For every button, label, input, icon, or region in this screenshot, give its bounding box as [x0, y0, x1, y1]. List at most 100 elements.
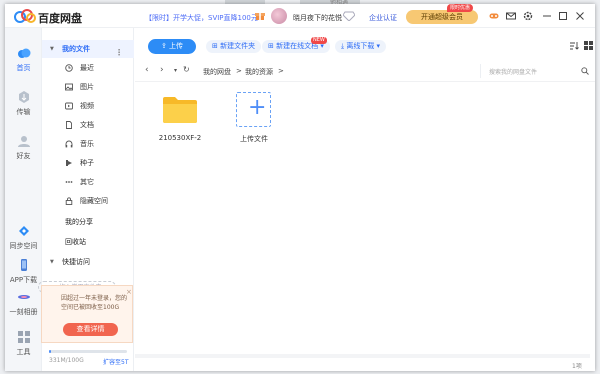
- new-badge: NEW: [311, 37, 327, 44]
- sidebar-item-label: 其它: [80, 178, 94, 186]
- forward-arrow-icon[interactable]: ›: [160, 65, 164, 75]
- breadcrumb-root[interactable]: 我的网盘: [203, 67, 231, 77]
- offline-download-label: 离线下载: [346, 42, 375, 50]
- back-arrow-icon[interactable]: ‹: [145, 65, 149, 75]
- sidebar-item-images[interactable]: 图片: [42, 78, 134, 96]
- item-count: 1项: [572, 363, 582, 370]
- maximize-icon[interactable]: [558, 11, 568, 21]
- nav-label: 一刻相册: [9, 308, 38, 316]
- friends-icon: [17, 136, 30, 147]
- search-input[interactable]: 搜索我的网盘文件: [480, 64, 592, 78]
- music-icon: [65, 140, 73, 148]
- avatar[interactable]: [271, 8, 287, 24]
- upload-dropzone[interactable]: +: [236, 92, 271, 127]
- sidebar-quick-access[interactable]: ▼ 快捷访问: [42, 253, 134, 271]
- baidu-netdisk-logo-icon: [14, 9, 36, 23]
- app-title: 百度网盘: [38, 12, 82, 25]
- sidebar-recycle-bin[interactable]: 回收站: [42, 233, 134, 251]
- search-placeholder: 搜索我的网盘文件: [489, 69, 538, 76]
- breadcrumb-current[interactable]: 我的资源: [245, 67, 273, 77]
- minimize-icon[interactable]: [542, 11, 552, 21]
- status-bar: 1项: [135, 352, 595, 370]
- sidebar-item-videos[interactable]: 视频: [42, 97, 134, 115]
- horizontal-scrollbar[interactable]: [135, 354, 590, 358]
- storage-usage: 331M/100G: [49, 357, 84, 364]
- sidebar-item-torrents[interactable]: 种子: [42, 154, 134, 172]
- nav-home[interactable]: 首页: [5, 46, 42, 73]
- breadcrumb-separator: >: [236, 67, 242, 75]
- close-icon[interactable]: [575, 11, 585, 21]
- nav-friends[interactable]: 好友: [5, 134, 42, 161]
- sidebar-item-label: 回收站: [65, 238, 86, 246]
- sidebar-my-files[interactable]: ▼ 我的文件 ⋮: [42, 40, 134, 58]
- mail-icon[interactable]: [506, 11, 516, 21]
- sidebar-item-music[interactable]: 音乐: [42, 135, 134, 153]
- tools-icon: [17, 331, 30, 343]
- image-icon: [65, 83, 73, 91]
- album-icon: [17, 295, 30, 299]
- username[interactable]: 晓月夜下的花悦: [293, 13, 342, 23]
- upgrade-vip-button[interactable]: 开通超级会员: [406, 10, 478, 24]
- sidebar-item-label: 我的分享: [65, 218, 93, 226]
- upload-file-label: 上传文件: [240, 135, 268, 143]
- nav-label: 传输: [16, 108, 31, 116]
- expand-storage-link[interactable]: 扩容至5T: [103, 357, 128, 366]
- nav-label: APP下载: [9, 276, 38, 284]
- promo-link[interactable]: 【限时】开学大促，SVIP直降100元: [145, 13, 258, 23]
- sync-icon: [18, 226, 29, 236]
- settings-icon[interactable]: [523, 11, 533, 21]
- offline-download-button[interactable]: ⤓ 离线下载 ▾: [335, 40, 387, 53]
- transfer-icon: [18, 91, 29, 103]
- sidebar-item-label: 视频: [80, 102, 94, 110]
- folder-plus-icon: ⊞: [212, 42, 221, 50]
- breadcrumb-separator: >: [278, 67, 284, 75]
- nav-sync-space[interactable]: 同步空间: [5, 224, 42, 251]
- sidebar-item-documents[interactable]: 文档: [42, 116, 134, 134]
- video-icon: [65, 102, 73, 110]
- document-plus-icon: ⊞: [268, 42, 277, 50]
- new-folder-button[interactable]: ⊞ 新建文件夹: [206, 40, 262, 53]
- sidebar-my-share[interactable]: 我的分享: [42, 213, 134, 231]
- chevron-down-icon: ▾: [374, 42, 381, 50]
- sidebar-item-label: 种子: [80, 159, 94, 167]
- left-navigation: 首页 传输 好友 同步空间 APP下载 一刻相册 工具: [5, 28, 42, 371]
- chevron-down-icon: ▼: [50, 46, 54, 52]
- home-icon: [17, 48, 30, 58]
- vip-diamond-icon[interactable]: [343, 11, 355, 21]
- refresh-icon[interactable]: ↻: [183, 65, 190, 74]
- main-content: ⇪ 上传 ⊞ 新建文件夹 ⊞ 新建在线文档 ▾ NEW ⤓ 离线下载 ▾ ‹ ›…: [135, 28, 595, 371]
- sidebar-item-others[interactable]: 其它: [42, 173, 134, 191]
- grid-view-icon[interactable]: [584, 41, 593, 50]
- nav-album[interactable]: 一刻相册: [5, 290, 42, 317]
- upgrade-badge: 限时优惠: [447, 4, 474, 12]
- upload-button[interactable]: ⇪ 上传: [148, 39, 196, 54]
- nav-tools[interactable]: 工具: [5, 330, 42, 357]
- gift-icon[interactable]: [255, 11, 265, 21]
- history-dropdown-icon[interactable]: ▾: [174, 67, 177, 74]
- storage-bar: [49, 350, 127, 353]
- sidebar-item-label: 隐藏空间: [80, 197, 108, 205]
- sidebar-item-label: 音乐: [80, 140, 94, 148]
- sidebar-item-label: 图片: [80, 83, 94, 91]
- sidebar-item-label: 我的文件: [62, 45, 90, 53]
- nav-app-download[interactable]: APP下载: [5, 258, 42, 285]
- nav-label: 首页: [16, 64, 31, 72]
- sort-icon[interactable]: [570, 42, 579, 50]
- view-details-button[interactable]: 查看详情: [63, 323, 118, 336]
- clock-icon: [65, 64, 73, 72]
- sidebar-item-hidden-space[interactable]: 隐藏空间: [42, 192, 134, 210]
- enterprise-auth-link[interactable]: 企业认证: [369, 13, 397, 23]
- nav-transfer[interactable]: 传输: [5, 90, 42, 117]
- nav-label: 好友: [16, 152, 31, 160]
- storage-indicator: 331M/100G 扩容至5T: [49, 350, 134, 368]
- document-icon: [66, 121, 72, 129]
- plus-icon: +: [248, 95, 267, 120]
- sidebar-item-label: 最近: [80, 64, 94, 72]
- search-icon[interactable]: [581, 67, 589, 75]
- game-icon[interactable]: [489, 11, 499, 21]
- folder-icon: [163, 97, 197, 123]
- upload-icon: ⇪: [160, 42, 170, 50]
- chevron-down-icon: ▼: [50, 259, 54, 265]
- sidebar-item-recent[interactable]: 最近: [42, 59, 134, 77]
- baidu-netdisk-window: 百度网盘 【限时】开学大促，SVIP直降100元 晓月夜下的花悦 企业认证 开通…: [5, 4, 595, 371]
